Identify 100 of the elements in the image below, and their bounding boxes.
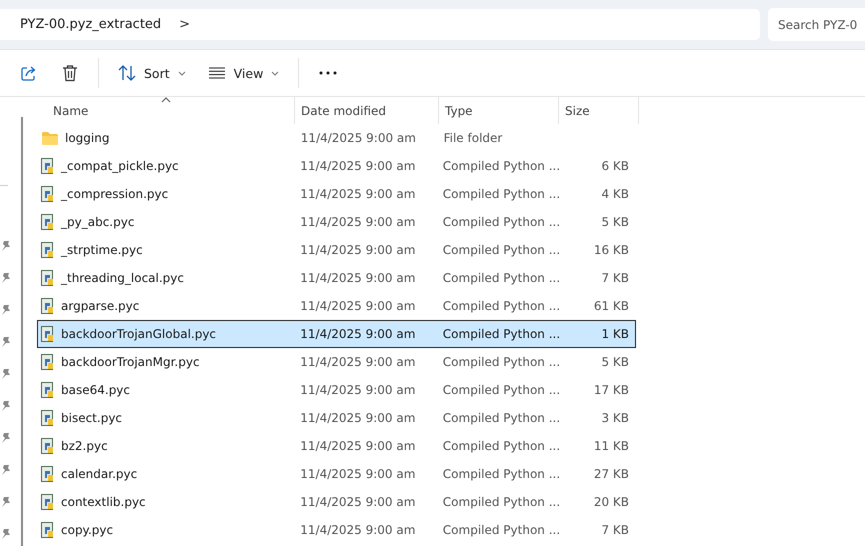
date-cell-text: 11/4/2025 9:00 am — [300, 131, 417, 145]
date-cell-text: 11/4/2025 9:00 am — [299, 383, 416, 397]
pin-icon[interactable] — [1, 368, 11, 380]
sort-caret-icon — [160, 97, 170, 103]
breadcrumb-chevron[interactable]: > — [179, 17, 190, 32]
size-cell: 1 KB — [601, 327, 629, 341]
file-name: argparse.pyc — [61, 299, 140, 313]
python-file-icon — [41, 242, 55, 258]
file-row[interactable]: bisect.pyc 11/4/2025 9:00 am Compiled Python ... 3 KB — [37, 404, 636, 432]
date-cell-text: 11/4/2025 9:00 am — [299, 439, 416, 453]
file-name: bz2.pyc — [61, 439, 108, 453]
file-row[interactable]: _threading_local.pyc 11/4/2025 9:00 am Compiled Python ... 7 KB — [37, 264, 636, 292]
folder-icon — [41, 130, 59, 146]
chevron-down-icon — [271, 70, 280, 76]
size-cell: 7 KB — [601, 271, 629, 285]
date-cell-text: 11/4/2025 9:00 am — [299, 495, 416, 509]
date-cell-text: 11/4/2025 9:00 am — [299, 327, 416, 341]
more-dots-icon — [319, 71, 338, 75]
python-file-icon — [41, 326, 55, 342]
date-cell-text: 11/4/2025 9:00 am — [299, 215, 416, 229]
column-header[interactable]: Size — [559, 97, 639, 124]
column-header[interactable]: Date modified — [295, 97, 439, 124]
size-cell: 11 KB — [594, 439, 629, 453]
sort-button[interactable]: Sort — [109, 56, 195, 90]
file-name: _compat_pickle.pyc — [61, 159, 179, 173]
size-cell: 4 KB — [601, 187, 629, 201]
size-cell: 27 KB — [594, 467, 629, 481]
file-name: _threading_local.pyc — [61, 271, 184, 285]
date-cell-text: 11/4/2025 9:00 am — [299, 355, 416, 369]
search-field[interactable]: Search PYZ-0 — [768, 8, 865, 41]
view-button[interactable]: View — [198, 56, 288, 90]
chevron-down-icon — [178, 70, 186, 76]
file-row[interactable]: calendar.pyc 11/4/2025 9:00 am Compiled Python ... 27 KB — [37, 460, 636, 488]
pin-icon[interactable] — [1, 432, 11, 444]
file-name: base64.pyc — [61, 383, 130, 397]
python-file-icon — [41, 522, 55, 538]
pin-icon[interactable] — [1, 336, 11, 348]
python-file-icon — [41, 494, 55, 510]
file-row[interactable]: _py_abc.pyc 11/4/2025 9:00 am Compiled Python ... 5 KB — [37, 208, 636, 236]
size-cell: 61 KB — [594, 299, 629, 313]
size-cell: 6 KB — [601, 159, 629, 173]
date-cell-text: 11/4/2025 9:00 am — [299, 467, 416, 481]
file-name: _strptime.pyc — [61, 243, 143, 257]
share-icon — [20, 64, 38, 82]
size-cell: 16 KB — [594, 243, 629, 257]
file-name: backdoorTrojanGlobal.pyc — [61, 327, 216, 341]
python-file-icon — [41, 270, 55, 286]
column-header[interactable]: Name — [37, 97, 295, 124]
file-row[interactable]: bz2.pyc 11/4/2025 9:00 am Compiled Python ... 11 KB — [37, 432, 636, 460]
size-cell: 5 KB — [601, 215, 629, 229]
sort-arrows-icon — [118, 65, 136, 81]
file-name: logging — [65, 131, 110, 145]
pin-icon[interactable] — [1, 496, 11, 508]
file-row[interactable]: argparse.pyc 11/4/2025 9:00 am Compiled Python ... 61 KB — [37, 292, 636, 320]
file-name: _py_abc.pyc — [61, 215, 134, 229]
python-file-icon — [41, 354, 55, 370]
python-file-icon — [41, 410, 55, 426]
file-row[interactable]: _strptime.pyc 11/4/2025 9:00 am Compiled Python ... 16 KB — [37, 236, 636, 264]
file-row[interactable]: logging 11/4/2025 9:00 am File folder — [37, 124, 636, 152]
size-cell: 5 KB — [601, 355, 629, 369]
file-row[interactable]: _compression.pyc 11/4/2025 9:00 am Compiled Python ... 4 KB — [37, 180, 636, 208]
file-name: backdoorTrojanMgr.pyc — [61, 355, 200, 369]
file-row[interactable]: base64.pyc 11/4/2025 9:00 am Compiled Python ... 17 KB — [37, 376, 636, 404]
python-file-icon — [41, 214, 55, 230]
date-cell-text: 11/4/2025 9:00 am — [299, 159, 416, 173]
folder-path: PYZ-00.pyz_extracted — [20, 17, 162, 32]
type-cell-text: File folder — [442, 131, 504, 145]
date-cell-text: 11/4/2025 9:00 am — [299, 411, 416, 425]
python-file-icon — [41, 438, 55, 454]
pin-icon[interactable] — [1, 464, 11, 476]
python-file-icon — [41, 298, 55, 314]
pin-icon[interactable] — [1, 240, 11, 252]
trash-icon — [62, 64, 78, 82]
python-file-icon — [41, 382, 55, 398]
pin-icon[interactable] — [1, 400, 11, 412]
file-name: bisect.pyc — [61, 411, 122, 425]
python-file-icon — [41, 186, 55, 202]
file-row[interactable]: contextlib.pyc 11/4/2025 9:00 am Compiled Python ... 20 KB — [37, 488, 636, 516]
pin-icon[interactable] — [1, 304, 11, 316]
pin-icon[interactable] — [1, 528, 11, 540]
python-file-icon — [41, 158, 55, 174]
python-file-icon — [41, 466, 55, 482]
file-row[interactable]: backdoorTrojanGlobal.pyc 11/4/2025 9:00 am Compiled Python ... 1 KB — [37, 320, 636, 348]
date-cell-text: 11/4/2025 9:00 am — [299, 271, 416, 285]
file-row[interactable]: copy.pyc 11/4/2025 9:00 am Compiled Python ... 7 KB — [37, 516, 636, 544]
file-name: contextlib.pyc — [61, 495, 146, 509]
file-row[interactable]: backdoorTrojanMgr.pyc 11/4/2025 9:00 am Compiled Python ... 5 KB — [37, 348, 636, 376]
file-row[interactable]: _compat_pickle.pyc 11/4/2025 9:00 am Compiled Python ... 6 KB — [37, 152, 636, 180]
file-name: calendar.pyc — [61, 467, 138, 481]
date-cell-text: 11/4/2025 9:00 am — [299, 187, 416, 201]
file-name: _compression.pyc — [61, 187, 168, 201]
column-header[interactable]: Type — [439, 97, 559, 124]
size-cell: 7 KB — [601, 523, 629, 537]
size-cell: 20 KB — [594, 495, 629, 509]
address-bar[interactable]: PYZ-00.pyz_extracted > — [0, 9, 760, 40]
list-lines-icon — [208, 67, 226, 79]
date-cell-text: 11/4/2025 9:00 am — [299, 523, 416, 537]
date-cell-text: 11/4/2025 9:00 am — [299, 299, 416, 313]
pin-icon[interactable] — [1, 272, 11, 284]
file-name: copy.pyc — [61, 523, 114, 537]
